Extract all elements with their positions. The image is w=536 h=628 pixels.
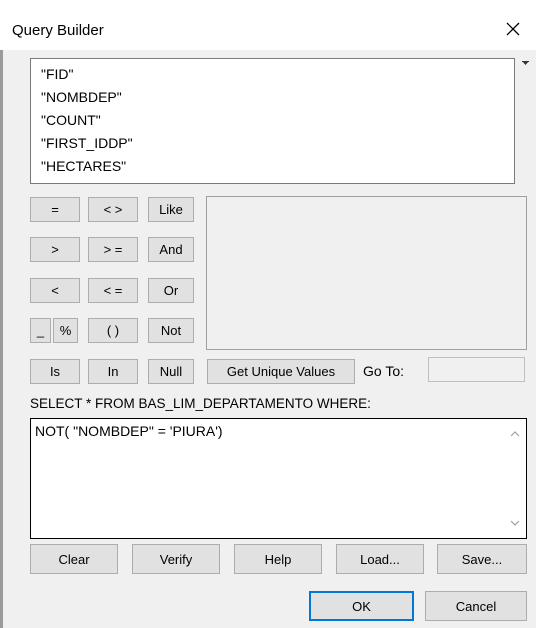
greater-equal-button[interactable]: > = bbox=[88, 237, 138, 262]
or-button[interactable]: Or bbox=[148, 278, 194, 303]
save-button[interactable]: Save... bbox=[437, 544, 527, 574]
verify-button[interactable]: Verify bbox=[132, 544, 220, 574]
sql-expression-input[interactable]: NOT( "NOMBDEP" = 'PIURA') bbox=[30, 418, 527, 539]
and-button[interactable]: And bbox=[148, 237, 194, 262]
unique-values-list[interactable] bbox=[206, 196, 527, 350]
window-edge bbox=[0, 0, 3, 628]
field-item[interactable]: "HECTARES" bbox=[41, 158, 126, 174]
sql-expression-text: NOT( "NOMBDEP" = 'PIURA') bbox=[35, 423, 223, 439]
help-button[interactable]: Help bbox=[234, 544, 322, 574]
scroll-up-icon[interactable] bbox=[508, 427, 522, 441]
goto-input[interactable] bbox=[428, 357, 525, 382]
less-than-button[interactable]: < bbox=[30, 278, 80, 303]
less-equal-button[interactable]: < = bbox=[88, 278, 138, 303]
percent-button[interactable]: % bbox=[53, 318, 78, 343]
title-bar: Query Builder bbox=[0, 0, 536, 50]
load-button[interactable]: Load... bbox=[336, 544, 424, 574]
goto-label: Go To: bbox=[363, 363, 404, 379]
equals-button[interactable]: = bbox=[30, 197, 80, 222]
clear-button[interactable]: Clear bbox=[30, 544, 118, 574]
window-title: Query Builder bbox=[12, 22, 104, 39]
field-item[interactable]: "FIRST_IDDP" bbox=[41, 135, 133, 151]
not-button[interactable]: Not bbox=[148, 318, 194, 343]
field-list[interactable]: "FID" "NOMBDEP" "COUNT" "FIRST_IDDP" "HE… bbox=[30, 58, 515, 184]
like-button[interactable]: Like bbox=[148, 197, 194, 222]
field-item[interactable]: "COUNT" bbox=[41, 112, 101, 128]
scroll-down-icon[interactable] bbox=[508, 516, 522, 530]
close-icon bbox=[506, 22, 520, 36]
close-button[interactable] bbox=[498, 14, 528, 44]
list-scroll-caret-icon[interactable] bbox=[520, 58, 532, 70]
is-button[interactable]: Is bbox=[30, 359, 80, 384]
not-equal-button[interactable]: < > bbox=[88, 197, 138, 222]
ok-button[interactable]: OK bbox=[309, 591, 414, 621]
parentheses-button[interactable]: ( ) bbox=[88, 318, 138, 343]
cancel-button[interactable]: Cancel bbox=[425, 591, 527, 621]
field-item[interactable]: "FID" bbox=[41, 66, 74, 82]
get-unique-values-button[interactable]: Get Unique Values bbox=[207, 359, 355, 384]
null-button[interactable]: Null bbox=[148, 359, 194, 384]
in-button[interactable]: In bbox=[88, 359, 138, 384]
greater-than-button[interactable]: > bbox=[30, 237, 80, 262]
field-item[interactable]: "NOMBDEP" bbox=[41, 89, 122, 105]
query-builder-dialog: Query Builder "FID" "NOMBDEP" "COUNT" "F… bbox=[0, 0, 536, 628]
underscore-button[interactable]: _ bbox=[30, 318, 51, 343]
sql-prefix-label: SELECT * FROM BAS_LIM_DEPARTAMENTO WHERE… bbox=[30, 396, 371, 411]
